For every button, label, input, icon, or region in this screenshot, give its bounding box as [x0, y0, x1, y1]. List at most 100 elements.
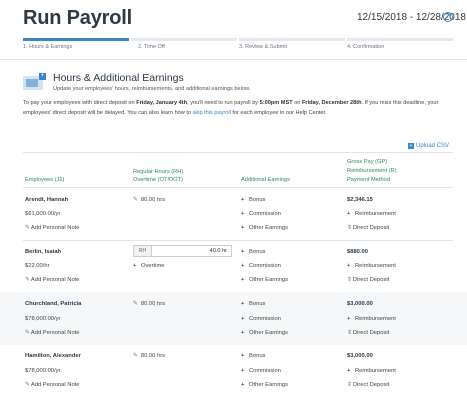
- plus-icon: +: [241, 368, 245, 374]
- add-other-earnings-button[interactable]: + Other Earnings: [241, 277, 288, 283]
- plus-icon: +: [241, 382, 245, 388]
- table-row: Churchland, Patricia $78,000.00/yr ✎Add …: [0, 292, 467, 345]
- hours-text: 80.00 hrs: [140, 353, 166, 359]
- add-note-label: Add Personal Note: [30, 225, 80, 231]
- add-other-earnings-button[interactable]: + Other Earnings: [241, 225, 288, 231]
- payment-method-select[interactable]: ⇕Direct Deposit: [347, 277, 389, 283]
- employee-name[interactable]: Berlin, Isaiah: [25, 249, 61, 255]
- table-top-divider: [23, 152, 453, 153]
- step-label-time-off: 2. Time Off: [138, 44, 165, 50]
- add-personal-note-link[interactable]: ✎Add Personal Note: [25, 330, 80, 336]
- add-commission-button[interactable]: + Commission: [241, 263, 281, 269]
- step-label-confirmation: 4. Confirmation: [347, 44, 385, 50]
- gross-pay-amount: $3,000.00: [347, 301, 373, 307]
- plus-icon: +: [241, 353, 245, 359]
- table-row: Arendt, Hannah $61,000.00/yr ✎Add Person…: [0, 188, 467, 240]
- hours-text: 80.00 hrs: [140, 197, 166, 203]
- add-reimbursement-button[interactable]: + Reimbursement: [347, 316, 396, 322]
- add-commission-button[interactable]: + Commission: [241, 368, 281, 374]
- reimbursement-label: Reimbursement: [355, 211, 396, 217]
- payment-method-select[interactable]: ⇕Direct Deposit: [347, 225, 389, 231]
- plus-icon: +: [347, 316, 351, 322]
- payment-method-label: Direct Deposit: [352, 225, 390, 231]
- regular-hours-value[interactable]: ✎ 80.00 hrs: [133, 353, 165, 359]
- upload-icon: +: [408, 143, 414, 149]
- employee-pay-rate: $78,000.00/yr: [25, 316, 61, 322]
- regular-hours-value[interactable]: ✎ 80.00 hrs: [133, 301, 165, 307]
- reimbursement-label: Reimbursement: [355, 368, 396, 374]
- plus-icon: +: [133, 263, 137, 269]
- upload-csv-button[interactable]: + Upload CSV: [408, 143, 449, 149]
- regular-hours-input[interactable]: RH 40.0 hr: [133, 245, 232, 257]
- question-circle-icon[interactable]: ?: [443, 12, 453, 22]
- plus-icon: +: [347, 211, 351, 217]
- add-bonus-button[interactable]: + Bonus: [241, 249, 265, 255]
- payment-method-select[interactable]: ⇕Direct Deposit: [347, 330, 389, 336]
- gross-pay-amount: $2,346.15: [347, 197, 373, 203]
- section-subtitle: Update your employees' hours, reimbursem…: [53, 86, 251, 92]
- column-header-additional-earnings: Additional Earnings: [241, 177, 291, 183]
- add-reimbursement-button[interactable]: + Reimbursement: [347, 263, 396, 269]
- pencil-icon: ✎: [133, 301, 138, 307]
- commission-label: Commission: [249, 263, 281, 269]
- employee-name[interactable]: Churchland, Patricia: [25, 301, 81, 307]
- plus-icon: +: [241, 263, 245, 269]
- rh-tag: RH: [134, 246, 152, 256]
- plus-icon: +: [241, 225, 245, 231]
- employee-name[interactable]: Hamilton, Alexander: [25, 353, 81, 359]
- payment-method-label: Direct Deposit: [352, 382, 390, 388]
- add-personal-note-link[interactable]: ✎Add Personal Note: [25, 225, 80, 231]
- add-bonus-button[interactable]: + Bonus: [241, 353, 265, 359]
- step-bar-4: [347, 38, 453, 41]
- direct-deposit-deadline-note: To pay your employees with direct deposi…: [23, 99, 453, 118]
- add-other-earnings-button[interactable]: + Other Earnings: [241, 330, 288, 336]
- column-header-regular-hours: Regular Hours (RH): [133, 169, 184, 175]
- note-text: , you'll need to run payroll by: [187, 100, 260, 106]
- add-commission-button[interactable]: + Commission: [241, 211, 281, 217]
- plus-icon: +: [241, 249, 245, 255]
- swap-icon: ⇕: [347, 277, 352, 283]
- bonus-label: Bonus: [249, 197, 266, 203]
- add-commission-button[interactable]: + Commission: [241, 316, 281, 322]
- earnings-icon: +: [23, 73, 46, 90]
- note-deadline-time: 5:00pm MST: [259, 100, 293, 106]
- header-divider: [0, 59, 467, 60]
- regular-hours-value[interactable]: ✎ 80.00 hrs: [133, 197, 165, 203]
- step-label-review-submit: 3. Review & Submit: [239, 44, 287, 50]
- step-label-hours-earnings: 1. Hours & Earnings: [23, 44, 73, 50]
- page-header: Run Payroll 12/15/2018 - 12/28/2018 ?: [0, 0, 467, 36]
- add-reimbursement-button[interactable]: + Reimbursement: [347, 211, 396, 217]
- add-bonus-button[interactable]: + Bonus: [241, 301, 265, 307]
- add-overtime-button[interactable]: + Overtime: [133, 263, 165, 269]
- swap-icon: ⇕: [347, 225, 352, 231]
- add-personal-note-link[interactable]: ✎Add Personal Note: [25, 382, 80, 388]
- add-note-label: Add Personal Note: [30, 330, 80, 336]
- note-icon: ✎: [25, 225, 30, 231]
- plus-icon: +: [347, 263, 351, 269]
- bonus-label: Bonus: [249, 353, 266, 359]
- note-icon: ✎: [25, 277, 30, 283]
- payment-method-select[interactable]: ⇕Direct Deposit: [347, 382, 389, 388]
- add-other-earnings-button[interactable]: + Other Earnings: [241, 382, 288, 388]
- other-earnings-label: Other Earnings: [249, 330, 288, 336]
- upload-csv-label: Upload CSV: [416, 143, 450, 149]
- table-row: Berlin, Isaiah $22.00/hr ✎Add Personal N…: [0, 241, 467, 292]
- plus-icon: +: [241, 301, 245, 307]
- plus-icon: +: [241, 197, 245, 203]
- rh-value: 40.0 hr: [209, 248, 227, 254]
- reimbursement-label: Reimbursement: [355, 316, 396, 322]
- add-personal-note-link[interactable]: ✎Add Personal Note: [25, 277, 80, 283]
- column-header-reimbursement: Reimbursement (R): [347, 168, 397, 174]
- step-bar-3: [239, 38, 345, 41]
- gross-pay-amount: $880.00: [347, 249, 368, 255]
- column-header-employees: Employees (11): [25, 177, 65, 183]
- commission-label: Commission: [249, 368, 281, 374]
- section-title: Hours & Additional Earnings: [53, 72, 184, 84]
- skip-payroll-link[interactable]: skip this payroll: [193, 110, 231, 116]
- add-bonus-button[interactable]: + Bonus: [241, 197, 265, 203]
- plus-icon: +: [241, 277, 245, 283]
- employee-name[interactable]: Arendt, Hannah: [25, 197, 68, 203]
- plus-icon: +: [241, 330, 245, 336]
- add-reimbursement-button[interactable]: + Reimbursement: [347, 368, 396, 374]
- swap-icon: ⇕: [347, 330, 352, 336]
